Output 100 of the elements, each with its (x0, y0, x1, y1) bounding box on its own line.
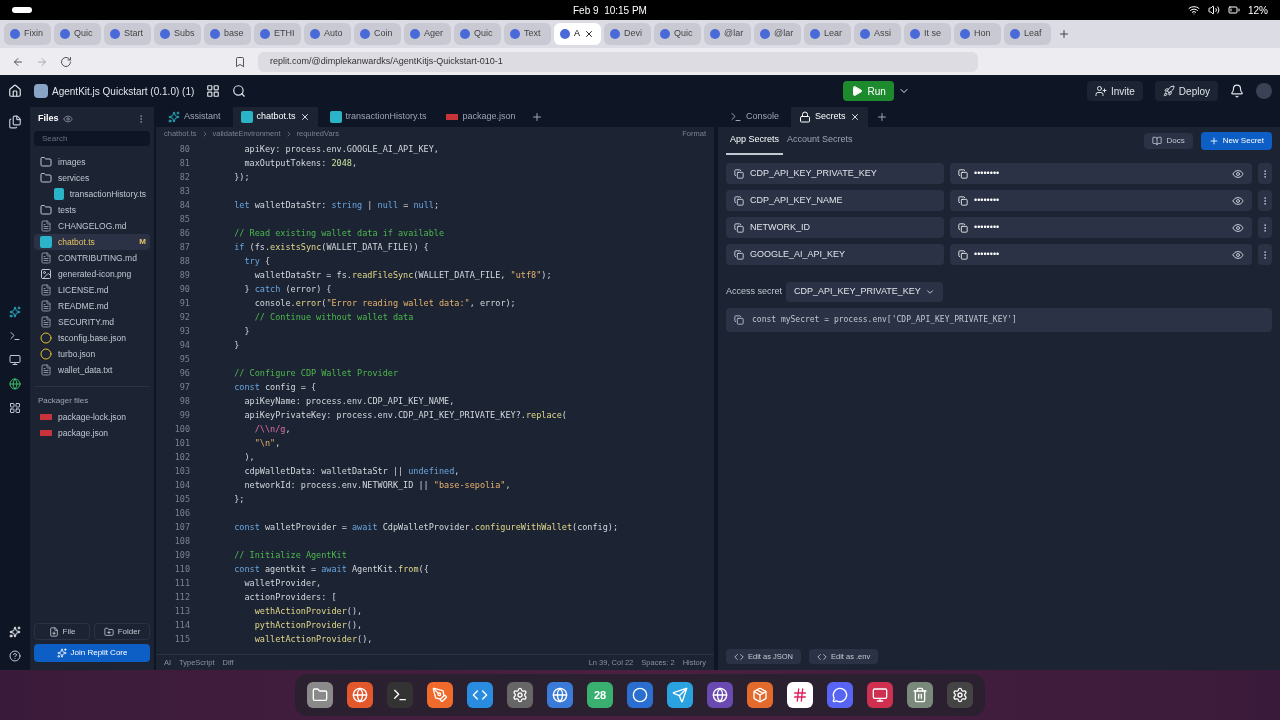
bell-icon[interactable] (1230, 84, 1244, 98)
browser-tab[interactable]: ETHI (254, 23, 301, 45)
browser-tab[interactable]: A (554, 23, 601, 45)
new-file-button[interactable]: File (34, 623, 90, 640)
more-button[interactable] (1258, 217, 1272, 238)
file-tree-item[interactable]: images (34, 154, 150, 170)
trash-icon[interactable] (907, 682, 933, 708)
copy-icon[interactable] (734, 195, 744, 206)
monitor-icon[interactable] (867, 682, 893, 708)
secret-value-field[interactable]: •••••••• (950, 217, 1252, 238)
secrets-tab[interactable]: App Secrets (726, 127, 784, 155)
project-title[interactable]: AgentKit.js Quickstart (0.1.0) (1) (52, 83, 195, 99)
browser-tab[interactable]: Fixin (4, 23, 51, 45)
file-tree-item[interactable]: generated-icon.png (34, 266, 150, 282)
copy-icon[interactable] (958, 249, 968, 260)
help-icon[interactable] (9, 650, 21, 662)
new-tab-icon[interactable] (531, 111, 544, 123)
gear-icon[interactable] (947, 682, 973, 708)
secret-key-field[interactable]: GOOGLE_AI_API_KEY (726, 244, 944, 265)
close-icon[interactable] (584, 29, 594, 39)
monitor-icon[interactable] (9, 354, 21, 366)
new-folder-button[interactable]: Folder (94, 623, 150, 640)
more-button[interactable] (1258, 163, 1272, 184)
browser-tab[interactable]: @lar (754, 23, 801, 45)
browser-tab[interactable]: It se (904, 23, 951, 45)
sparkle-icon[interactable] (9, 306, 21, 318)
browser-tab[interactable]: Hon (954, 23, 1001, 45)
grid-icon[interactable] (9, 402, 21, 414)
globe-icon[interactable] (547, 682, 573, 708)
browser-tab[interactable]: Subs (154, 23, 201, 45)
secret-key-field[interactable]: CDP_API_KEY_PRIVATE_KEY (726, 163, 944, 184)
terminal-icon[interactable] (9, 330, 21, 342)
globe-icon[interactable] (347, 682, 373, 708)
back-icon[interactable] (12, 55, 24, 68)
run-button[interactable]: Run (843, 81, 894, 101)
reload-icon[interactable] (60, 55, 72, 68)
new-secret-button[interactable]: New Secret (1200, 132, 1272, 150)
panel-tab[interactable]: Console (722, 107, 788, 127)
secret-select[interactable]: CDP_API_KEY_PRIVATE_KEY (786, 282, 943, 302)
file-tree-item[interactable]: package-lock.json (34, 409, 150, 425)
copy-icon[interactable] (734, 315, 744, 325)
eye-icon[interactable] (1232, 194, 1244, 207)
browser-tab[interactable]: Coin (354, 23, 401, 45)
wifi-icon[interactable] (1188, 4, 1200, 16)
browser-tab[interactable]: Text (504, 23, 551, 45)
copy-icon[interactable] (734, 249, 744, 260)
eye-icon[interactable] (62, 114, 73, 124)
home-icon[interactable] (8, 84, 22, 98)
secrets-tab[interactable]: Account Secrets (783, 127, 857, 155)
file-tree-item[interactable]: wallet_data.txt (34, 362, 150, 378)
copy-icon[interactable] (958, 222, 968, 233)
file-tree-item[interactable]: README.md (34, 298, 150, 314)
more-button[interactable] (1258, 244, 1272, 265)
panel-tab[interactable]: Secrets (791, 107, 868, 127)
new-tab-icon[interactable] (1058, 28, 1070, 40)
editor-tab[interactable]: chatbot.ts (232, 107, 318, 127)
secret-value-field[interactable]: •••••••• (950, 190, 1252, 211)
editor-tab[interactable]: Assistant (160, 107, 229, 127)
more-button[interactable] (1258, 190, 1272, 211)
send-icon[interactable] (667, 682, 693, 708)
code-icon[interactable] (467, 682, 493, 708)
search-icon[interactable] (232, 84, 247, 98)
join-core-button[interactable]: Join Replit Core (34, 644, 150, 662)
copy-icon[interactable] (734, 168, 744, 179)
browser-tab[interactable]: @lar (704, 23, 751, 45)
address-bar[interactable]: replit.com/@dimplekanwardks/AgentKitjs-Quickstart-010-1 (258, 51, 978, 72)
pen-icon[interactable] (427, 682, 453, 708)
chat-icon[interactable] (827, 682, 853, 708)
browser-tab[interactable]: Ager (404, 23, 451, 45)
package-icon[interactable] (747, 682, 773, 708)
terminal-icon[interactable] (387, 682, 413, 708)
file-tree-item[interactable]: SECURITY.md (34, 314, 150, 330)
bookmark-icon[interactable] (234, 55, 246, 68)
editor-tab[interactable]: transactionHistory.ts (321, 107, 435, 127)
search-field[interactable]: Search (34, 131, 150, 146)
copy-icon[interactable] (958, 195, 968, 206)
copy-icon[interactable] (734, 222, 744, 233)
folder-icon[interactable] (307, 682, 333, 708)
file-tree-item[interactable]: chatbot.ts M (34, 234, 150, 250)
close-icon[interactable] (299, 112, 310, 122)
browser-tab[interactable]: Devi (604, 23, 651, 45)
close-icon[interactable] (849, 112, 860, 122)
editor-tab[interactable]: package.json (438, 107, 524, 127)
browser-tab[interactable]: Auto (304, 23, 351, 45)
file-tree-item[interactable]: CHANGELOG.md (34, 218, 150, 234)
browser-tab[interactable]: Assi (854, 23, 901, 45)
volume-icon[interactable] (1208, 4, 1220, 16)
file-tree-item[interactable]: services (34, 170, 150, 186)
invite-button[interactable]: Invite (1086, 81, 1143, 101)
file-tree-item[interactable]: CONTRIBUTING.md (34, 250, 150, 266)
file-tree-item[interactable]: transactionHistory.ts (34, 186, 150, 202)
browser-tab[interactable]: Start (104, 23, 151, 45)
eye-icon[interactable] (1232, 221, 1244, 234)
secret-key-field[interactable]: CDP_API_KEY_NAME (726, 190, 944, 211)
eye-icon[interactable] (1232, 248, 1244, 261)
new-tab-icon[interactable] (875, 111, 888, 123)
copy-icon[interactable] (958, 168, 968, 179)
hash-icon[interactable] (787, 682, 813, 708)
browser-tab[interactable]: Quic (454, 23, 501, 45)
battery-icon[interactable] (1228, 4, 1240, 16)
